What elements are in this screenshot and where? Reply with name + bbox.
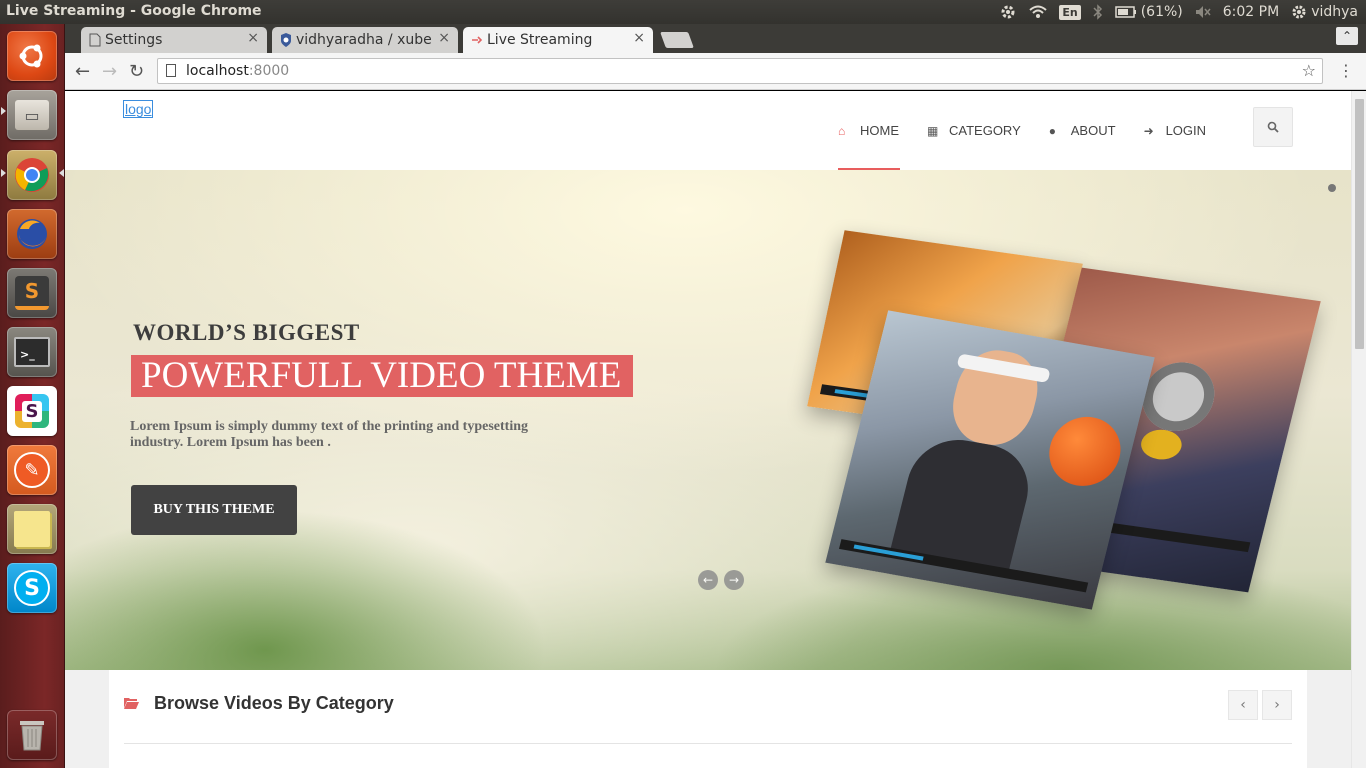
clock[interactable]: 6:02 PM (1223, 4, 1279, 20)
running-indicator (1, 169, 6, 177)
sublime-text-icon[interactable]: S (7, 268, 57, 318)
reload-button[interactable]: ↻ (129, 61, 144, 82)
prompt-glyph: >_ (20, 348, 35, 361)
tab-title: Live Streaming (487, 32, 593, 48)
scrollbar-thumb[interactable] (1355, 99, 1364, 349)
nav-label: HOME (860, 123, 899, 138)
user-name: vidhya (1311, 4, 1358, 20)
files-icon[interactable]: ▭ (7, 90, 57, 140)
indicator-area: En (61%) 6:02 PM vidhya (999, 0, 1358, 24)
ubuntu-dash-icon[interactable] (7, 31, 57, 81)
nav-label: CATEGORY (949, 123, 1021, 138)
nav-label: ABOUT (1070, 123, 1116, 138)
sublime-glyph: S (24, 279, 40, 303)
browse-category-section: Browse Videos By Category ‹ › (109, 670, 1307, 768)
battery-percent: (61%) (1140, 4, 1183, 20)
tab-settings[interactable]: Settings × (81, 27, 267, 53)
gear-icon (1292, 5, 1306, 19)
new-tab-button[interactable] (660, 32, 694, 48)
page-scrollbar[interactable] (1351, 91, 1366, 768)
hero-slider: WORLD’S BIGGEST POWERFULL VIDEO THEME Lo… (65, 170, 1351, 670)
site-logo[interactable]: logo (123, 100, 154, 118)
focused-indicator (59, 169, 64, 177)
category-prev-button[interactable]: ‹ (1228, 690, 1258, 720)
slack-glyph: S (21, 400, 43, 422)
skype-icon[interactable]: S (7, 563, 57, 613)
main-nav: ⌂ HOME ▦ CATEGORY ● ABOUT ➜ LOGIN (838, 91, 1234, 170)
hero-eyebrow: WORLD’S BIGGEST (133, 320, 360, 345)
sign-in-icon: ➜ (1143, 123, 1154, 138)
site-header: logo ⌂ HOME ▦ CATEGORY ● ABOUT ➜ LOGIN (65, 91, 1351, 170)
keyboard-language-indicator[interactable]: En (1059, 4, 1081, 20)
favicon (472, 36, 483, 44)
browser-toolbar: ← → ↻ localhost:8000 ☆ ⋮ (65, 53, 1366, 90)
trash-icon[interactable] (7, 710, 57, 760)
tab-title: vidhyaradha / xube (296, 32, 432, 48)
google-chrome-icon[interactable] (7, 150, 57, 200)
buy-theme-button[interactable]: BUY THIS THEME (131, 485, 297, 535)
page-viewport: logo ⌂ HOME ▦ CATEGORY ● ABOUT ➜ LOGIN W… (65, 91, 1366, 768)
sticky-notes-icon[interactable] (7, 504, 57, 554)
drawer-glyph: ▭ (24, 105, 40, 125)
hero-title: POWERFULL VIDEO THEME (131, 355, 634, 397)
close-icon[interactable]: × (247, 30, 259, 46)
running-indicator (1, 107, 6, 115)
system-settings-icon[interactable] (999, 3, 1017, 21)
url-host: localhost (186, 63, 249, 79)
tab-live-streaming[interactable]: Live Streaming × (463, 27, 653, 53)
postman-icon[interactable]: ✎ (7, 445, 57, 495)
skype-glyph: S (24, 575, 40, 601)
category-next-button[interactable]: › (1262, 690, 1292, 720)
address-bar[interactable]: localhost:8000 ☆ (157, 58, 1323, 84)
slack-icon[interactable]: S (7, 386, 57, 436)
close-icon[interactable]: × (633, 30, 645, 46)
browser-tab-strip: Settings × vidhyaradha / xube × Live Str… (65, 24, 1366, 53)
hero-description: Lorem Ipsum is simply dummy text of the … (130, 419, 528, 450)
folder-open-icon (124, 698, 139, 709)
forward-button[interactable]: → (102, 61, 117, 82)
hero-video-mockups-image (795, 225, 1321, 615)
film-icon: ▦ (927, 123, 939, 138)
unity-launcher: ▭ S >_ S ✎ S (0, 24, 65, 768)
window-title: Live Streaming - Google Chrome (6, 3, 262, 19)
user-icon: ● (1048, 123, 1057, 138)
terminal-icon[interactable]: >_ (7, 327, 57, 377)
repo-icon (281, 33, 291, 47)
slider-prev-button[interactable]: ← (698, 570, 718, 590)
slider-pagination-dot[interactable] (1328, 184, 1336, 192)
url-port: :8000 (248, 63, 290, 79)
bluetooth-icon[interactable] (1093, 4, 1103, 20)
battery-indicator[interactable]: (61%) (1114, 4, 1183, 20)
nav-label: LOGIN (1165, 123, 1207, 138)
search-button[interactable] (1253, 107, 1293, 147)
volume-muted-icon[interactable] (1195, 5, 1211, 19)
nav-home[interactable]: ⌂ HOME (838, 91, 913, 170)
bookmark-star-icon[interactable]: ☆ (1302, 61, 1316, 80)
slider-next-button[interactable]: → (724, 570, 744, 590)
section-divider (124, 743, 1292, 744)
postman-glyph: ✎ (24, 459, 40, 481)
firefox-icon[interactable] (7, 209, 57, 259)
system-top-panel: Live Streaming - Google Chrome En (61%) … (0, 0, 1366, 24)
search-icon (1267, 121, 1279, 133)
session-menu[interactable]: vidhya (1291, 4, 1358, 20)
close-icon[interactable]: × (438, 30, 450, 46)
home-icon: ⌂ (838, 123, 846, 138)
section-title: Browse Videos By Category (154, 693, 394, 713)
nav-category[interactable]: ▦ CATEGORY (927, 91, 1035, 170)
page-icon (89, 33, 101, 47)
nav-login[interactable]: ➜ LOGIN (1144, 91, 1220, 170)
wifi-icon[interactable] (1029, 5, 1048, 19)
minimize-button[interactable]: ⌃ (1336, 27, 1358, 45)
chrome-menu-button[interactable]: ⋮ (1338, 61, 1354, 80)
tab-title: Settings (105, 32, 163, 48)
page-info-icon[interactable] (166, 64, 176, 77)
tab-github-repo[interactable]: vidhyaradha / xube × (272, 27, 458, 53)
back-button[interactable]: ← (75, 61, 90, 82)
nav-about[interactable]: ● ABOUT (1049, 91, 1130, 170)
